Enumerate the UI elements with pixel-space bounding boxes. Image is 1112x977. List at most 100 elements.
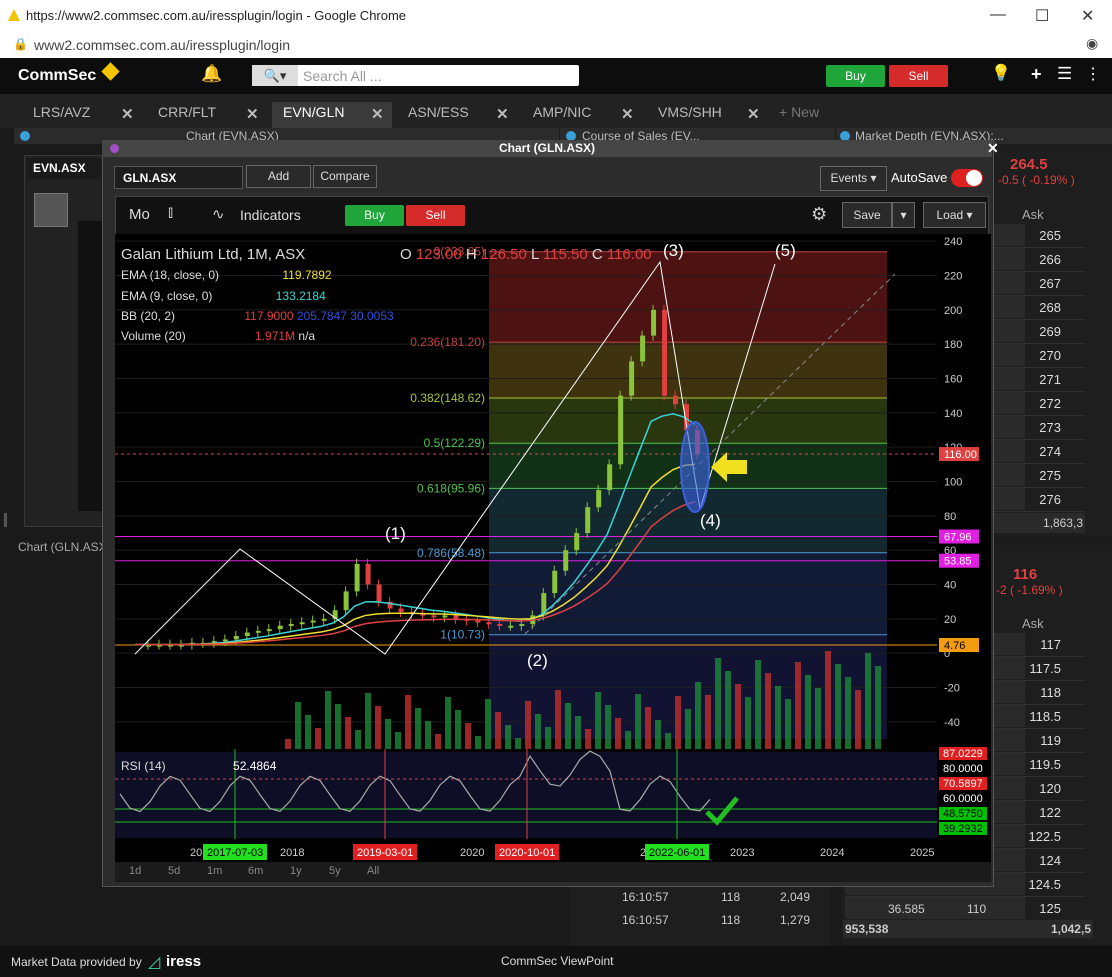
- settings-gear-icon[interactable]: ⚙: [811, 204, 827, 225]
- y-tick-label: 160: [944, 374, 962, 386]
- modal-buy-button[interactable]: Buy: [345, 205, 404, 226]
- address-bar[interactable]: 🔒 www2.commsec.com.au/iressplugin/login …: [0, 32, 1112, 59]
- volume-bar: [805, 675, 811, 749]
- fib-zone: [489, 251, 887, 343]
- add-button[interactable]: Add: [246, 165, 311, 188]
- resize-handle[interactable]: [4, 513, 7, 527]
- volume-bar: [525, 701, 531, 749]
- tab-vms-shh[interactable]: VMS/SHH: [658, 104, 722, 126]
- crosshair-tool-icon[interactable]: [34, 193, 68, 227]
- sell-button[interactable]: Sell: [889, 65, 948, 87]
- search-icon[interactable]: 🔍▾: [252, 65, 298, 86]
- fib-label: 1(10.73): [440, 628, 485, 642]
- period-selector[interactable]: Mo: [129, 206, 150, 223]
- timeframe-1m[interactable]: 1m: [207, 865, 222, 877]
- candle-body: [442, 615, 448, 618]
- events-dropdown[interactable]: Events ▾: [820, 166, 887, 191]
- bell-icon[interactable]: 🔔: [201, 64, 222, 84]
- indicators-button[interactable]: Indicators: [240, 207, 301, 223]
- link-dot-icon: [110, 144, 119, 153]
- tab-lrs-avz[interactable]: LRS/AVZ: [33, 104, 90, 126]
- y-tick-label: 240: [944, 236, 962, 248]
- tab-new[interactable]: + New: [779, 104, 819, 126]
- y-tick-label: 20: [944, 614, 956, 626]
- candle-body: [233, 636, 239, 640]
- eye-icon[interactable]: ◉: [1086, 35, 1098, 52]
- candle-body: [607, 464, 613, 491]
- candle-body: [629, 361, 635, 396]
- symbol-input[interactable]: GLN.ASX: [114, 166, 243, 189]
- candle-body: [398, 608, 404, 612]
- volume-bar: [495, 712, 501, 749]
- candle-body: [618, 395, 624, 465]
- modal-sell-button[interactable]: Sell: [406, 205, 465, 226]
- bb-value-2: 205.7847: [296, 309, 347, 323]
- tab-close-icon[interactable]: ✕: [747, 105, 760, 123]
- chart-title: Galan Lithium Ltd, 1M, ASX: [121, 246, 306, 263]
- timeframe-all[interactable]: All: [367, 865, 379, 877]
- save-dropdown-icon[interactable]: ▾: [892, 202, 915, 228]
- tab-amp-nic[interactable]: AMP/NIC: [533, 104, 591, 126]
- volume-bar: [815, 688, 821, 749]
- timeframe-5y[interactable]: 5y: [329, 865, 341, 877]
- ask-price: 276: [1039, 492, 1061, 507]
- timeframe-1y[interactable]: 1y: [290, 865, 302, 877]
- tab-close-icon[interactable]: ✕: [371, 105, 384, 123]
- volume-bar: [345, 717, 351, 749]
- cos-volume: 2,049: [780, 890, 811, 904]
- wave-label: (1): [385, 524, 406, 543]
- timeframe-5d[interactable]: 5d: [168, 865, 180, 877]
- volume-bar: [655, 720, 661, 749]
- tab-close-icon[interactable]: ✕: [496, 105, 509, 123]
- volume-bar: [855, 690, 861, 749]
- tab-close-icon[interactable]: ✕: [246, 105, 259, 123]
- candle-body: [244, 632, 250, 636]
- fib-zone: [489, 342, 887, 399]
- load-label: Load: [936, 208, 964, 222]
- candle-body: [277, 625, 283, 630]
- minimize-icon[interactable]: —: [990, 6, 1006, 24]
- ema18-value: 119.7892: [282, 268, 332, 282]
- tab-crr-flt[interactable]: CRR/FLT: [158, 104, 216, 126]
- candle-body: [453, 615, 459, 619]
- load-dropdown[interactable]: Load ▾: [923, 202, 986, 228]
- events-label: Events: [830, 171, 868, 185]
- status-provider-text: Market Data provided by: [11, 955, 142, 969]
- ask-price: 275: [1039, 468, 1061, 483]
- volume-bar: [585, 729, 591, 749]
- menu-icon[interactable]: ☰: [1057, 64, 1072, 84]
- y-tick-label: 40: [944, 580, 956, 592]
- plus-icon[interactable]: +: [1031, 64, 1042, 85]
- autosave-toggle[interactable]: [951, 169, 983, 187]
- evn-chart-panel: EVN.ASX: [24, 155, 104, 527]
- candle-body: [431, 615, 437, 618]
- candle-type-icon[interactable]: ⫾: [168, 204, 173, 222]
- price-tag-label: 53.85: [944, 556, 972, 568]
- tab-evn-gln[interactable]: EVN/GLN: [283, 104, 344, 126]
- timeframe-1d[interactable]: 1d: [129, 865, 141, 877]
- tab-close-icon[interactable]: ✕: [121, 105, 134, 123]
- timeframe-6m[interactable]: 6m: [248, 865, 263, 877]
- compare-button[interactable]: Compare: [313, 165, 377, 188]
- bb-label: BB (20, 2): [121, 309, 176, 323]
- tab-asn-ess[interactable]: ASN/ESS: [408, 104, 469, 126]
- lightbulb-icon[interactable]: 💡: [991, 63, 1011, 83]
- ask-price: 124.5: [1028, 877, 1061, 892]
- more-icon[interactable]: ⋮: [1085, 64, 1101, 84]
- tab-close-icon[interactable]: ✕: [621, 105, 634, 123]
- modal-close-icon[interactable]: ✕: [987, 140, 999, 157]
- url-text[interactable]: www2.commsec.com.au/iressplugin/login: [34, 37, 290, 53]
- indicators-icon[interactable]: ∿: [212, 205, 225, 223]
- evn-symbol-input[interactable]: EVN.ASX: [27, 158, 101, 179]
- volume-bar: [375, 706, 381, 749]
- volume-bar: [845, 677, 851, 749]
- bb-legend: BB (20, 2) 117.9000 205.7847 30.0053: [121, 309, 394, 323]
- rsi-tag-label: 60.0000: [943, 793, 983, 805]
- maximize-icon[interactable]: ☐: [1035, 6, 1049, 26]
- buy-button[interactable]: Buy: [826, 65, 885, 87]
- save-button[interactable]: Save: [842, 202, 892, 228]
- close-icon[interactable]: ✕: [1081, 6, 1094, 26]
- candle-body: [266, 629, 272, 632]
- search-input[interactable]: 🔍▾ Search All ...: [252, 65, 579, 86]
- volume-label: Volume (20): [121, 329, 186, 343]
